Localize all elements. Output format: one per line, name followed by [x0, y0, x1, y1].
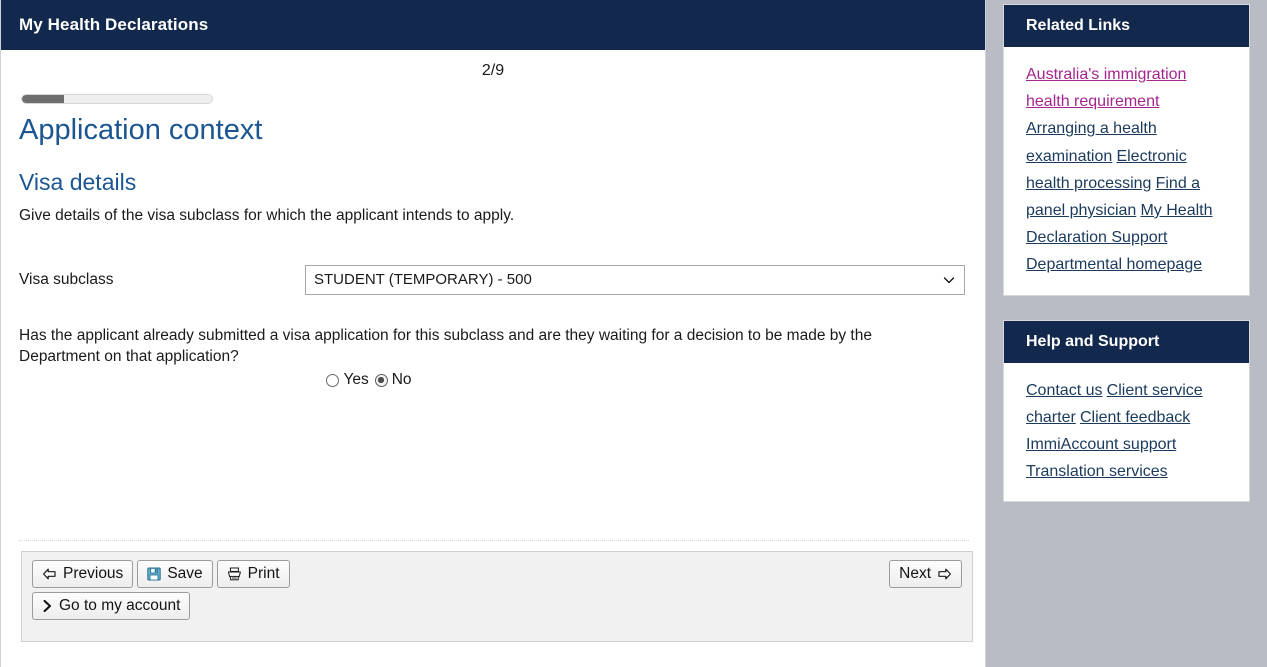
radio-no-label: No [392, 371, 412, 389]
yes-no-radio-group: Yes No [19, 371, 719, 389]
help-and-support-panel: Help and Support Contact us Client servi… [1003, 320, 1250, 503]
related-link-immigration-health-requirement[interactable]: Australia's immigration health requireme… [1026, 66, 1186, 110]
section-heading: Visa details [19, 169, 967, 195]
previous-button-label: Previous [63, 565, 123, 583]
next-button-label: Next [899, 565, 931, 583]
progress-bar-fill [22, 95, 64, 103]
secondary-button-group: Go to my account [32, 592, 962, 620]
arrow-right-icon [937, 567, 952, 581]
related-links-heading: Related Links [1004, 5, 1249, 47]
related-links-body: Australia's immigration health requireme… [1004, 47, 1249, 295]
chevron-down-icon [942, 273, 956, 287]
floppy-disk-icon [147, 567, 161, 581]
related-link-departmental-homepage[interactable]: Departmental homepage [1026, 256, 1202, 273]
page-title-text: My Health Declarations [19, 15, 208, 35]
page-heading: Application context [19, 114, 967, 147]
visa-subclass-field-row: Visa subclass STUDENT (TEMPORARY) - 500 [19, 265, 967, 295]
related-links-panel: Related Links Australia's immigration he… [1003, 4, 1250, 296]
progress-section: 2/9 [19, 50, 967, 108]
radio-option-yes[interactable]: Yes [326, 371, 368, 389]
application-page: My Health Declarations 2/9 Application c… [0, 0, 1267, 667]
help-link-translation-services[interactable]: Translation services [1026, 463, 1168, 480]
radio-no-input[interactable] [375, 374, 388, 387]
print-button-label: Print [248, 565, 280, 583]
form-button-bar: Previous Save [21, 551, 973, 642]
button-bar-divider [19, 540, 969, 541]
form-content: 2/9 Application context Visa details Giv… [1, 50, 985, 389]
chevron-right-icon [42, 599, 53, 613]
step-counter: 2/9 [19, 62, 967, 80]
go-to-my-account-button[interactable]: Go to my account [32, 592, 190, 620]
main-content-column: My Health Declarations 2/9 Application c… [0, 0, 986, 667]
primary-button-group: Previous Save [32, 560, 962, 588]
help-link-contact-us[interactable]: Contact us [1026, 382, 1102, 399]
radio-option-no[interactable]: No [375, 371, 412, 389]
save-button-label: Save [167, 565, 202, 583]
radio-yes-label: Yes [343, 371, 368, 389]
help-link-immiaccount-support[interactable]: ImmiAccount support [1026, 436, 1176, 453]
related-links-list: Australia's immigration health requireme… [1026, 61, 1231, 279]
help-and-support-body: Contact us Client service charter Client… [1004, 363, 1249, 502]
save-button[interactable]: Save [137, 560, 212, 588]
radio-yes-input[interactable] [326, 374, 339, 387]
arrow-left-icon [42, 567, 57, 581]
help-and-support-heading: Help and Support [1004, 321, 1249, 363]
help-and-support-list: Contact us Client service charter Client… [1026, 377, 1231, 486]
next-button[interactable]: Next [889, 560, 962, 588]
print-button[interactable]: Print [217, 560, 290, 588]
right-sidebar: Related Links Australia's immigration he… [1003, 0, 1250, 502]
visa-application-question: Has the applicant already submitted a vi… [19, 325, 919, 368]
previous-button[interactable]: Previous [32, 560, 133, 588]
window-title-bar: My Health Declarations [1, 0, 985, 50]
progress-bar [21, 94, 213, 104]
visa-subclass-select[interactable]: STUDENT (TEMPORARY) - 500 [305, 265, 965, 295]
section-intro-text: Give details of the visa subclass for wh… [19, 206, 967, 227]
printer-icon [227, 567, 242, 581]
go-to-my-account-label: Go to my account [59, 597, 180, 615]
help-link-client-feedback[interactable]: Client feedback [1080, 409, 1190, 426]
visa-subclass-selected-value: STUDENT (TEMPORARY) - 500 [314, 271, 942, 288]
visa-subclass-label: Visa subclass [19, 271, 305, 289]
